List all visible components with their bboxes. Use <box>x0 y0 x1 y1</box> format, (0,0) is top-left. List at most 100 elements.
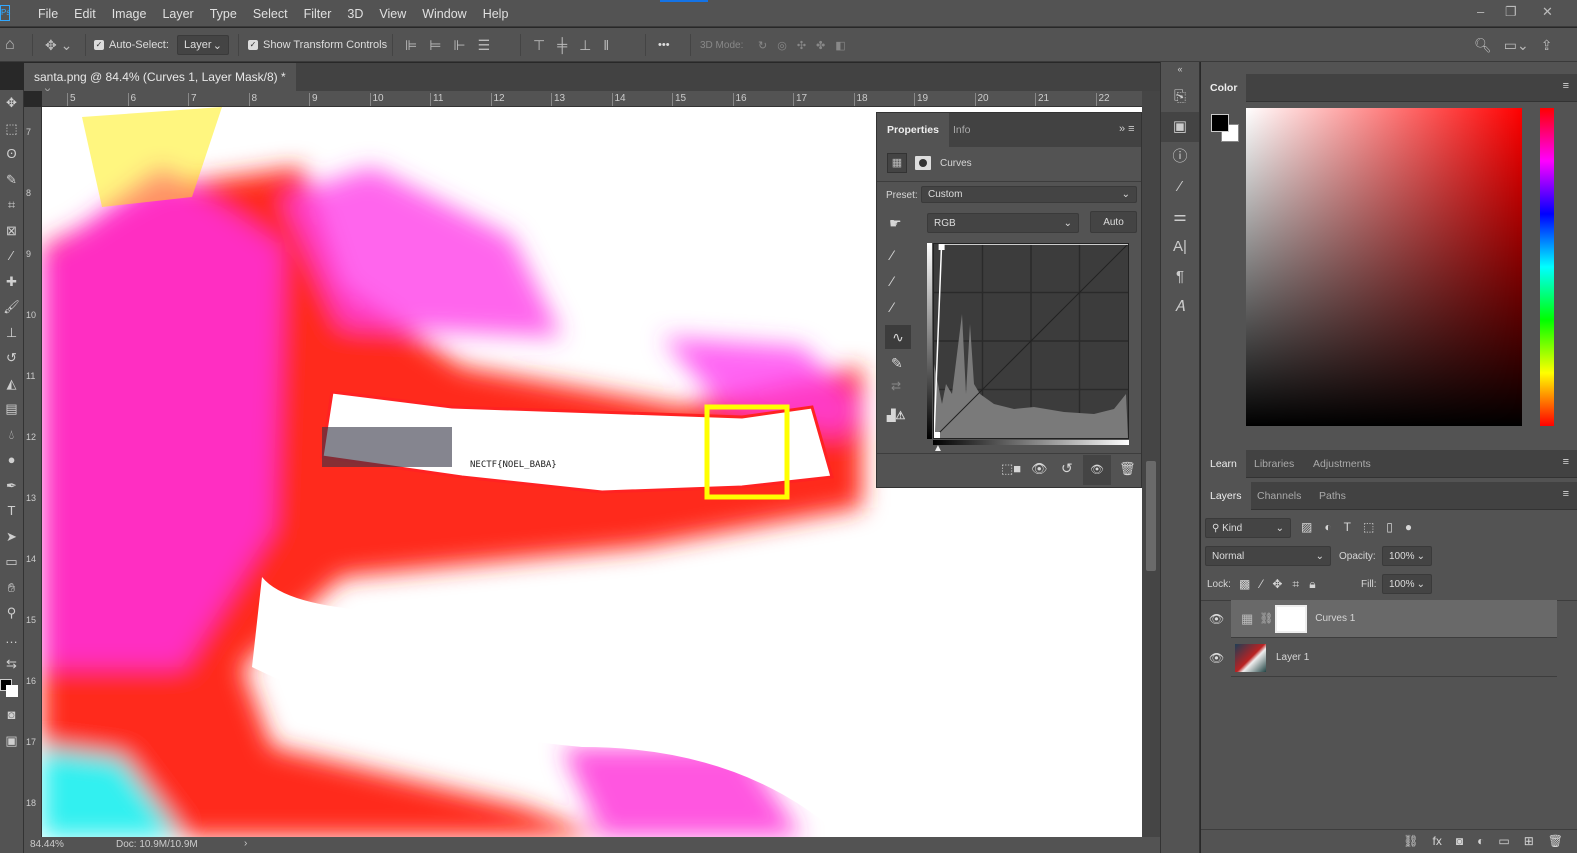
move-tool-icon[interactable]: ✥ ⌄ <box>45 28 72 62</box>
fill-input[interactable]: 100% ⌄ <box>1382 574 1432 594</box>
home-icon[interactable]: ⌂ <box>5 28 15 62</box>
gradient-tool-icon[interactable]: ▤ <box>0 396 23 422</box>
lock-transparent-icon[interactable]: ▩ <box>1239 577 1250 592</box>
link-icon[interactable]: ⛓︎ <box>1259 612 1273 625</box>
menu-type[interactable]: Type <box>202 7 245 21</box>
brush-tool-icon[interactable]: 🖌︎ <box>0 294 23 320</box>
rectangle-tool-icon[interactable]: ▭ <box>0 549 23 575</box>
search-icon[interactable]: 🔍︎ <box>1474 37 1492 54</box>
curve-point-black[interactable] <box>934 432 940 438</box>
blend-mode-select[interactable]: Normal ⌄ <box>1205 546 1331 566</box>
pencil-tool-icon[interactable]: ✎ <box>891 355 903 372</box>
close-window-icon[interactable]: ✕ <box>1542 4 1553 20</box>
menu-edit[interactable]: Edit <box>66 7 104 21</box>
menu-layer[interactable]: Layer <box>154 7 201 21</box>
curves-graph[interactable] <box>933 243 1129 439</box>
on-image-adjust-icon[interactable]: ☛ <box>889 215 902 232</box>
glyphs-icon[interactable]: 𝐴 <box>1161 292 1199 322</box>
layer-select[interactable]: Layer ⌄ <box>177 35 229 55</box>
path-select-icon[interactable]: ➤ <box>0 524 23 550</box>
more-options-button[interactable]: ••• <box>658 28 670 62</box>
black-point-eyedropper-icon[interactable]: ⁄ <box>891 247 893 263</box>
color-swatches[interactable] <box>0 677 23 703</box>
filter-pixel-icon[interactable]: ▨ <box>1301 520 1312 534</box>
visibility-eye-icon[interactable]: 👁︎ <box>1209 612 1224 626</box>
align-center-icon[interactable]: ⊨ <box>429 37 441 54</box>
lock-all-icon[interactable]: 🔒︎ <box>1309 577 1315 592</box>
stamp-tool-icon[interactable]: ⊥ <box>0 320 23 346</box>
menu-help[interactable]: Help <box>475 7 517 21</box>
3d-scale-icon[interactable]: ◧ <box>835 39 845 52</box>
tab-adjustments[interactable]: Adjustments <box>1304 450 1380 478</box>
lock-artboard-icon[interactable]: ⌗ <box>1292 577 1299 592</box>
show-transform-checkbox[interactable]: ✓ Show Transform Controls <box>248 28 387 62</box>
share-icon[interactable]: ⇪ <box>1541 37 1553 54</box>
menu-select[interactable]: Select <box>245 7 296 21</box>
hue-slider[interactable] <box>1540 108 1554 426</box>
clip-to-layer-icon[interactable]: ⬚■ <box>1001 461 1021 477</box>
layer-name[interactable]: Layer 1 <box>1276 652 1309 663</box>
zoom-level[interactable]: 84.44% <box>30 839 64 850</box>
add-mask-icon[interactable]: ◙ <box>1456 834 1463 849</box>
workspace-icon[interactable]: ▭⌄ <box>1504 37 1529 54</box>
layer-row-layer1[interactable]: 👁︎ Layer 1 <box>1209 639 1557 677</box>
lock-position-icon[interactable]: ✥ <box>1272 577 1282 592</box>
preset-select[interactable]: Custom ⌄ <box>921 186 1137 203</box>
lasso-tool-icon[interactable]: ʘ <box>0 141 23 167</box>
character-icon[interactable]: A| <box>1161 232 1199 262</box>
zoom-tool-icon[interactable]: ⚲ <box>0 600 23 626</box>
layer-row-curves[interactable]: 👁︎ ▦ ⛓︎ Curves 1 <box>1209 600 1557 638</box>
restore-icon[interactable]: ❐ <box>1505 4 1517 20</box>
curve-point-white[interactable] <box>938 244 945 250</box>
tab-layers[interactable]: Layers <box>1201 482 1251 510</box>
reset-icon[interactable]: ↺ <box>1061 460 1073 477</box>
paragraph-icon[interactable]: ¶ <box>1161 262 1199 292</box>
white-point-eyedropper-icon[interactable]: ⁄ <box>891 299 893 315</box>
tab-properties[interactable]: Properties <box>877 113 949 147</box>
eraser-tool-icon[interactable]: ◭ <box>0 371 23 397</box>
menu-3d[interactable]: 3D <box>339 7 371 21</box>
visibility-eye-icon[interactable]: 👁︎ <box>1209 651 1224 665</box>
frame-tool-icon[interactable]: ⊠ <box>0 218 23 244</box>
info-icon[interactable]: ⓘ <box>1161 142 1199 172</box>
channel-select[interactable]: RGB ⌄ <box>927 213 1079 233</box>
distribute-icon[interactable]: ☰ <box>478 37 491 54</box>
healing-tool-icon[interactable]: ✚ <box>0 269 23 295</box>
new-adjustment-icon[interactable]: ◐ <box>1477 834 1484 849</box>
align-left-icon[interactable]: ⊫ <box>405 37 417 54</box>
history-icon[interactable]: ⎘ <box>1161 82 1199 112</box>
opacity-input[interactable]: 100% ⌄ <box>1382 546 1432 566</box>
layers-menu-icon[interactable]: ≡ <box>1563 488 1569 500</box>
quick-mask-icon[interactable]: ◙ <box>0 702 23 728</box>
history-brush-icon[interactable]: ↺ <box>0 345 23 371</box>
tab-info[interactable]: Info <box>943 113 981 147</box>
filter-toggle[interactable]: ● <box>1405 520 1412 534</box>
eyedropper-tool-icon[interactable]: ⁄ <box>0 243 23 269</box>
3d-roll-icon[interactable]: ◎ <box>777 39 787 52</box>
tab-channels[interactable]: Channels <box>1248 482 1310 510</box>
blur-tool-icon[interactable]: 💧︎ <box>0 422 23 448</box>
learn-menu-icon[interactable]: ≡ <box>1563 456 1569 468</box>
quick-select-tool-icon[interactable]: ✎ <box>0 167 23 193</box>
status-menu-arrow[interactable]: › <box>244 838 247 849</box>
filter-type-icon[interactable]: T <box>1344 520 1351 534</box>
fx-icon[interactable]: fx <box>1433 834 1442 849</box>
color-field[interactable] <box>1246 108 1522 426</box>
lock-paint-icon[interactable]: ⁄ <box>1260 577 1262 592</box>
align-right-icon[interactable]: ⊩ <box>453 37 465 54</box>
adjust-icon[interactable]: ⚌ <box>1161 202 1199 232</box>
menu-file[interactable]: File <box>30 7 66 21</box>
link-layers-icon[interactable]: ⛓︎ <box>1403 834 1418 849</box>
layer-mask-icon[interactable] <box>915 156 931 170</box>
layer-name[interactable]: Curves 1 <box>1315 613 1355 624</box>
menu-window[interactable]: Window <box>414 7 474 21</box>
tab-paths[interactable]: Paths <box>1310 482 1355 510</box>
filter-kind-select[interactable]: ⚲ Kind ⌄ <box>1205 518 1291 538</box>
menu-filter[interactable]: Filter <box>296 7 340 21</box>
collapse-icon[interactable]: » ≡ <box>1119 123 1135 135</box>
vertical-scrollbar[interactable] <box>1142 91 1160 837</box>
filter-shape-icon[interactable]: ⬚ <box>1363 520 1374 534</box>
swap-colors-icon[interactable]: ⇆ <box>0 651 23 677</box>
3d-slide-icon[interactable]: ✤ <box>816 39 825 52</box>
tab-libraries[interactable]: Libraries <box>1245 450 1303 478</box>
